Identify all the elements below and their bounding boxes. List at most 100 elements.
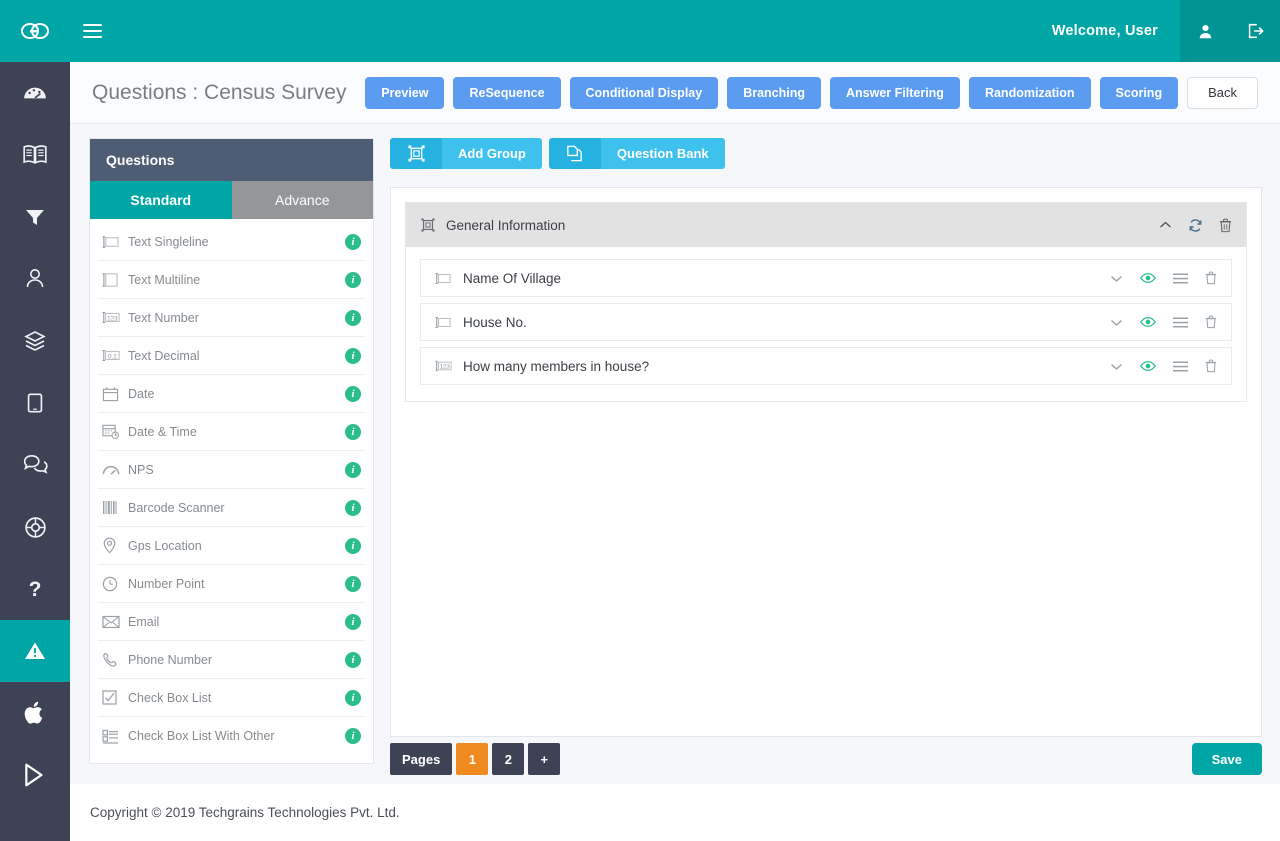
info-icon[interactable]: i	[345, 271, 361, 288]
question-bank-button[interactable]: Question Bank	[548, 138, 725, 169]
question-row[interactable]: Name Of Village	[420, 259, 1232, 297]
phone-icon	[102, 652, 128, 668]
info-icon[interactable]: i	[345, 728, 361, 744]
text-singleline-icon	[102, 235, 128, 249]
chevron-down-icon[interactable]	[1110, 274, 1123, 283]
question-type-date-time[interactable]: Date & Time i	[98, 413, 365, 451]
menu-toggle-button[interactable]	[70, 0, 114, 62]
sidebar-item-alerts[interactable]	[0, 620, 70, 682]
question-type-check-box-list-with-other[interactable]: Check Box List With Other i	[98, 717, 365, 755]
sidebar-rail: ?	[0, 62, 70, 841]
sidebar-item-support[interactable]	[0, 496, 70, 558]
eye-icon[interactable]	[1140, 316, 1156, 328]
question-row-actions	[1110, 315, 1217, 329]
sidebar-item-devices[interactable]	[0, 372, 70, 434]
list-icon[interactable]	[1173, 317, 1188, 328]
info-icon[interactable]: i	[345, 461, 361, 478]
eye-icon[interactable]	[1140, 360, 1156, 372]
info-icon[interactable]: i	[345, 575, 361, 592]
preview-button[interactable]: Preview	[365, 76, 445, 109]
info-icon[interactable]: i	[345, 309, 361, 326]
question-type-text-number[interactable]: 123 Text Number i	[98, 299, 365, 337]
question-type-barcode-scanner[interactable]: Barcode Scanner i	[98, 489, 365, 527]
hamburger-icon	[82, 20, 102, 42]
info-icon[interactable]: i	[345, 499, 361, 516]
calendar-clock-icon	[102, 423, 128, 440]
question-type-nps[interactable]: NPS i	[98, 451, 365, 489]
trash-icon[interactable]	[1205, 359, 1217, 373]
list-icon[interactable]	[1173, 273, 1188, 284]
trash-icon[interactable]	[1205, 271, 1217, 285]
chevron-up-icon[interactable]	[1159, 220, 1172, 230]
top-bar: Welcome, User	[0, 0, 1280, 62]
info-icon[interactable]: i	[345, 423, 361, 440]
info-icon[interactable]: i	[345, 689, 361, 706]
question-type-email[interactable]: Email i	[98, 603, 365, 641]
save-button[interactable]: Save	[1191, 743, 1262, 775]
info-icon[interactable]: i	[345, 385, 361, 402]
question-type-number-point[interactable]: Number Point i	[98, 565, 365, 603]
clock-circle-icon	[102, 576, 128, 592]
answer-filtering-button[interactable]: Answer Filtering	[830, 76, 960, 109]
barcode-icon	[102, 500, 128, 515]
trash-icon[interactable]	[1205, 315, 1217, 329]
question-type-label: Check Box List	[128, 690, 212, 705]
question-type-text-singleline[interactable]: Text Singleline i	[98, 223, 365, 261]
sidebar-item-layers[interactable]	[0, 310, 70, 372]
conditional-display-button[interactable]: Conditional Display	[569, 76, 719, 109]
question-type-label: Text Number	[128, 310, 199, 325]
question-row[interactable]: 123 How many members in house?	[420, 347, 1232, 385]
question-type-gps-location[interactable]: Gps Location i	[98, 527, 365, 565]
calendar-icon	[102, 386, 128, 402]
group-frame-icon	[420, 217, 436, 233]
trash-icon[interactable]	[1219, 218, 1232, 233]
sidebar-item-messages[interactable]	[0, 434, 70, 496]
info-icon[interactable]: i	[345, 347, 361, 364]
eye-icon[interactable]	[1140, 272, 1156, 284]
pagination-label: Pages	[390, 743, 453, 775]
question-type-check-box-list[interactable]: Check Box List i	[98, 679, 365, 717]
back-button[interactable]: Back	[1187, 76, 1258, 109]
question-label: House No.	[463, 314, 527, 330]
chat-bubbles-icon	[23, 454, 48, 474]
sidebar-item-dashboard[interactable]	[0, 62, 70, 124]
refresh-icon[interactable]	[1188, 218, 1203, 233]
chevron-down-icon[interactable]	[1110, 362, 1123, 371]
info-icon[interactable]: i	[345, 233, 361, 250]
question-group: General Information Name Of Village Hous…	[405, 202, 1247, 402]
group-frame-icon	[390, 138, 442, 169]
info-icon[interactable]: i	[345, 651, 361, 668]
sidebar-item-filter[interactable]	[0, 186, 70, 248]
logout-button[interactable]	[1230, 0, 1280, 62]
sidebar-item-ios-app[interactable]	[0, 682, 70, 744]
resequence-button[interactable]: ReSequence	[453, 76, 561, 109]
page-button-2[interactable]: 2	[492, 743, 525, 775]
add-page-button[interactable]: +	[528, 743, 561, 775]
randomization-button[interactable]: Randomization	[968, 76, 1091, 109]
branching-button[interactable]: Branching	[727, 76, 822, 109]
question-type-label: Email	[128, 614, 160, 629]
svg-text:123: 123	[107, 315, 118, 322]
add-group-button[interactable]: Add Group	[390, 138, 542, 169]
chevron-down-icon[interactable]	[1110, 318, 1123, 327]
user-icon	[1199, 24, 1211, 38]
page-button-1[interactable]: 1	[456, 743, 489, 775]
question-type-text-multiline[interactable]: Text Multiline i	[98, 261, 365, 299]
info-icon[interactable]: i	[345, 537, 361, 554]
info-icon[interactable]: i	[345, 613, 361, 630]
sidebar-item-android-app[interactable]	[0, 744, 70, 806]
list-icon[interactable]	[1173, 361, 1188, 372]
question-row[interactable]: House No.	[420, 303, 1232, 341]
profile-button[interactable]	[1180, 0, 1230, 62]
question-row-actions	[1110, 271, 1217, 285]
question-type-phone-number[interactable]: Phone Number i	[98, 641, 365, 679]
sidebar-item-users[interactable]	[0, 248, 70, 310]
scoring-button[interactable]: Scoring	[1099, 76, 1179, 109]
question-type-text-decimal[interactable]: 0.1 Text Decimal i	[98, 337, 365, 375]
question-type-date[interactable]: Date i	[98, 375, 365, 413]
brand-logo[interactable]	[0, 0, 70, 62]
tab-advance[interactable]: Advance	[231, 181, 373, 219]
sidebar-item-help[interactable]: ?	[0, 558, 70, 620]
tab-standard[interactable]: Standard	[90, 181, 232, 219]
sidebar-item-library[interactable]	[0, 124, 70, 186]
